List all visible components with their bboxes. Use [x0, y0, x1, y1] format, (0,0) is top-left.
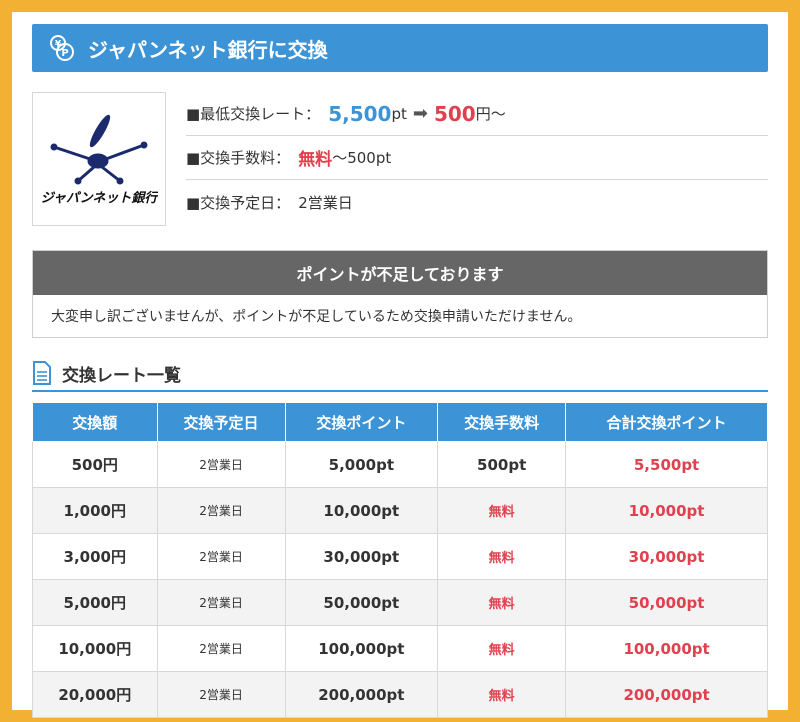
table-row: 20,000円 2営業日 200,000pt 無料 200,000pt	[32, 671, 768, 718]
notice-title: ポイントが不足しております	[33, 251, 767, 295]
cell-points: 50,000pt	[284, 579, 439, 626]
cell-points: 200,000pt	[284, 671, 439, 718]
table-row: 1,000円 2営業日 10,000pt 無料 10,000pt	[32, 487, 768, 534]
table-header-row: 交換額 交換予定日 交換ポイント 交換手数料 合計交換ポイント	[32, 402, 768, 442]
table-row: 500円 2営業日 5,000pt 500pt 5,500pt	[32, 441, 768, 488]
arrow-right-icon: ➡	[412, 103, 428, 124]
cell-amount: 20,000円	[32, 671, 158, 718]
cell-fee: 500pt	[437, 441, 567, 488]
cell-total: 30,000pt	[565, 533, 768, 580]
cell-date: 2営業日	[156, 671, 286, 718]
cell-fee: 無料	[437, 625, 567, 672]
col-amount: 交換額	[32, 402, 158, 442]
min-rate-label: ■最低交換レート：	[186, 105, 321, 123]
date-value: 2営業日	[298, 193, 353, 212]
page-title: ジャパンネット銀行に交換	[88, 37, 328, 62]
date-row: ■交換予定日： 2営業日	[186, 180, 768, 224]
min-rate-row: ■最低交換レート： 5,500 pt ➡ 500 円〜	[186, 92, 768, 136]
cell-total: 100,000pt	[565, 625, 768, 672]
bank-logo: ジャパンネット銀行	[32, 92, 166, 226]
cell-points: 100,000pt	[284, 625, 439, 672]
cell-fee: 無料	[437, 487, 567, 534]
fee-row: ■交換手数料： 無料 〜500pt	[186, 136, 768, 180]
cell-date: 2営業日	[156, 579, 286, 626]
document-icon	[32, 361, 52, 385]
cell-points: 30,000pt	[284, 533, 439, 580]
cell-amount: 500円	[32, 441, 158, 488]
cell-points: 5,000pt	[284, 441, 439, 488]
cell-date: 2営業日	[156, 625, 286, 672]
cell-date: 2営業日	[156, 441, 286, 488]
min-rate-points-unit: pt	[391, 104, 407, 123]
insufficient-points-notice: ポイントが不足しております 大変申し訳ございませんが、ポイントが不足しているため…	[32, 250, 768, 338]
col-date: 交換予定日	[156, 402, 286, 442]
bank-logo-text: ジャパンネット銀行	[41, 190, 158, 206]
cell-fee: 無料	[437, 671, 567, 718]
col-points: 交換ポイント	[284, 402, 439, 442]
point-exchange-icon: ¥ P	[48, 34, 76, 62]
cell-amount: 10,000円	[32, 625, 158, 672]
min-rate-yen-unit: 円〜	[475, 105, 506, 123]
min-rate-yen: 500	[433, 101, 476, 126]
fee-label: ■交換手数料：	[186, 149, 291, 167]
cell-total: 5,500pt	[565, 441, 768, 488]
rate-table: 交換額 交換予定日 交換ポイント 交換手数料 合計交換ポイント 500円 2営業…	[32, 402, 768, 718]
cell-amount: 1,000円	[32, 487, 158, 534]
rate-list-title: 交換レート一覧	[62, 365, 181, 386]
cell-amount: 3,000円	[32, 533, 158, 580]
col-total: 合計交換ポイント	[565, 402, 768, 442]
svg-text:P: P	[61, 48, 68, 59]
col-fee: 交換手数料	[437, 402, 567, 442]
table-row: 3,000円 2営業日 30,000pt 無料 30,000pt	[32, 533, 768, 580]
cell-fee: 無料	[437, 579, 567, 626]
table-row: 5,000円 2営業日 50,000pt 無料 50,000pt	[32, 579, 768, 626]
fee-free: 無料	[298, 150, 333, 170]
cell-fee: 無料	[437, 533, 567, 580]
notice-message: 大変申し訳ございませんが、ポイントが不足しているため交換申請いただけません。	[51, 309, 582, 325]
info-rows: ■最低交換レート： 5,500 pt ➡ 500 円〜 ■交換手数料： 無料 〜…	[186, 92, 768, 232]
cell-date: 2営業日	[156, 487, 286, 534]
date-label: ■交換予定日：	[186, 193, 291, 212]
fee-rest: 〜500pt	[332, 149, 392, 167]
cell-amount: 5,000円	[32, 579, 158, 626]
outer-frame: ¥ P ジャパンネット銀行に交換 ジャパンネット銀行 ■最低交換レート： 5,5…	[0, 0, 800, 722]
cell-points: 10,000pt	[284, 487, 439, 534]
exchange-info: ジャパンネット銀行 ■最低交換レート： 5,500 pt ➡ 500 円〜 ■交…	[32, 92, 768, 232]
cell-date: 2営業日	[156, 533, 286, 580]
content-panel: ¥ P ジャパンネット銀行に交換 ジャパンネット銀行 ■最低交換レート： 5,5…	[12, 12, 788, 718]
rate-list-heading: 交換レート一覧	[32, 356, 768, 392]
cell-total: 10,000pt	[565, 487, 768, 534]
cell-total: 200,000pt	[565, 671, 768, 718]
table-row: 10,000円 2営業日 100,000pt 無料 100,000pt	[32, 625, 768, 672]
cell-total: 50,000pt	[565, 579, 768, 626]
min-rate-points: 5,500	[328, 101, 392, 126]
page-header: ¥ P ジャパンネット銀行に交換	[32, 24, 768, 72]
